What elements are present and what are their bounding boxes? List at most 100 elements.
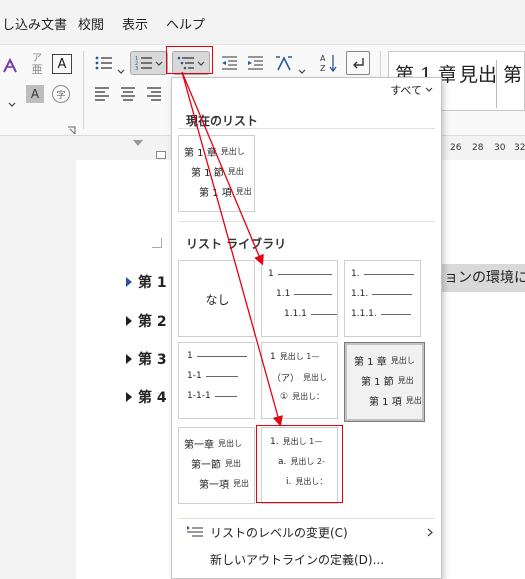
level-number: 第 1 項 [199,188,232,199]
asian-layout-icon[interactable] [272,51,296,75]
style-heading2[interactable]: 第 1 [503,60,525,108]
highlight-box-button [166,46,213,74]
level-number: 第 1 章 [184,148,217,159]
highlight-box-tile [256,425,343,503]
level-text: 見出 [233,479,249,488]
enclose-char-button[interactable]: 字 [52,85,70,103]
list-style-kanji-chapter[interactable]: 第一章 見出し 第一節 見出 第一項 見出 [178,427,255,504]
heading-text: 第 1 [138,275,167,291]
collapse-triangle-icon[interactable] [126,277,132,287]
level-text: 見出 [397,376,414,385]
show-marks-icon[interactable] [346,51,370,75]
collapse-triangle-icon[interactable] [126,392,132,402]
chevron-right-icon [427,528,433,537]
filter-all[interactable]: すべて [390,82,433,98]
collapse-triangle-icon[interactable] [126,354,132,364]
highlighted-text: ョンの環境に [442,264,525,292]
increase-indent-icon[interactable] [244,53,266,73]
current-list-tile[interactable]: 第 1 章見出し 第 1 節見出 第 1 項見出 [178,135,255,212]
list-style-hyphen[interactable]: 1 1-1 1-1-1 [178,342,255,419]
left-indent-marker-icon[interactable] [156,151,166,159]
collapse-triangle-icon[interactable] [126,316,132,326]
svg-text:3: 3 [135,66,138,71]
list-style-katakana[interactable]: 1 見出し 1— （ア） 見出し ① 見出し： [261,342,338,419]
level-text: 見出 [225,459,241,468]
define-new-outline-item[interactable]: 新しいアウトラインの定義(D)... [172,547,441,571]
clear-format-icon[interactable] [0,55,20,77]
list-style-none[interactable]: なし [178,260,255,337]
list-style-numeric-dot[interactable]: 1. 1.1. 1.1.1. [344,260,421,337]
level-text: 見出 [405,396,422,405]
heading-text: 第 2 [138,314,167,330]
tab-help[interactable]: ヘルプ [166,14,205,33]
chevron-down-icon[interactable] [117,60,125,74]
level-number: 1 [187,351,193,361]
tab-mailings[interactable]: し込み文書 [2,14,67,33]
heading-text: 第 4 [138,390,167,406]
dialog-launcher-icon[interactable] [66,125,76,135]
level-text: 見出し [218,439,242,448]
level-number: 1 [268,269,274,279]
char-shading-button[interactable]: A [26,85,44,103]
heading-4[interactable]: 第 4 [126,387,167,407]
level-text: 見出 [235,187,252,196]
define-new-label: 新しいアウトラインの定義(D)... [210,552,385,567]
level-text: 見出し [390,356,415,365]
level-number: 1-1-1 [187,391,211,401]
tab-view[interactable]: 表示 [122,14,148,33]
ruler-number: 30 [494,143,506,153]
align-left-icon[interactable] [92,85,112,103]
align-right-icon[interactable] [144,85,164,103]
indent-marker-icon[interactable] [133,140,143,146]
level-number: 第 1 章 [354,357,387,368]
change-level-icon [187,526,203,537]
multilevel-list-dropdown[interactable]: すべて 現在のリスト 第 1 章見出し 第 1 節見出 第 1 項見出 リスト … [171,77,442,579]
heading-text: 第 3 [138,352,167,368]
ruler-number: 28 [472,143,484,153]
level-number: 第一節 [191,460,221,471]
align-center-icon[interactable] [118,85,138,103]
divider [178,518,435,519]
ruler-number: 32 [514,143,525,153]
current-list-title: 現在のリスト [186,114,259,128]
level-text: 見出し： [292,392,325,401]
level-number: 1.1.1 [284,309,307,319]
level-number: 第 1 項 [369,397,402,408]
level-number: 第一章 [184,440,214,451]
change-list-level-item[interactable]: リストのレベルの変更(C) [172,520,441,544]
decrease-indent-icon[interactable] [218,53,240,73]
divider [178,221,435,222]
char-border-button[interactable]: A [52,54,72,74]
phonetic-guide-button[interactable]: ア 亜 [26,53,48,77]
crop-mark [152,238,162,248]
level-number: 1. [351,269,360,279]
ruler-number: 26 [450,143,462,153]
chevron-down-icon[interactable] [8,93,16,107]
bullets-icon[interactable] [92,53,116,73]
level-number: 1 [270,351,276,362]
phonetic-sub: 亜 [31,63,43,76]
list-library-title: リスト ライブラリ [186,237,287,251]
chevron-down-icon [425,87,433,92]
style-heading-short[interactable]: 見出 [459,60,497,108]
level-number: 第 1 節 [361,377,394,388]
svg-text:A: A [320,54,326,63]
heading-2[interactable]: 第 2 [126,311,167,331]
list-style-numeric[interactable]: 1 1.1 1.1.1 [261,260,338,337]
level-number: 第 1 節 [191,168,224,179]
level-number: 第一項 [199,480,229,491]
heading-3[interactable]: 第 3 [126,349,167,369]
level-text: 見出し 1— [279,352,320,361]
chevron-down-icon[interactable] [298,60,306,74]
heading-1[interactable]: 第 1 [126,272,167,292]
level-number: 1.1 [276,289,291,299]
sort-icon[interactable]: AZ [318,51,340,75]
level-number: 1.1. [351,289,369,299]
numbering-button[interactable]: 123 [130,51,168,75]
tab-review[interactable]: 校閲 [78,14,104,33]
change-level-label: リストのレベルの変更(C) [210,525,348,540]
list-style-chapter-selected[interactable]: 第 1 章見出し 第 1 節見出 第 1 項見出 [344,342,425,422]
level-number: ① [280,391,289,402]
divider [178,128,435,129]
none-label: なし [205,293,230,307]
